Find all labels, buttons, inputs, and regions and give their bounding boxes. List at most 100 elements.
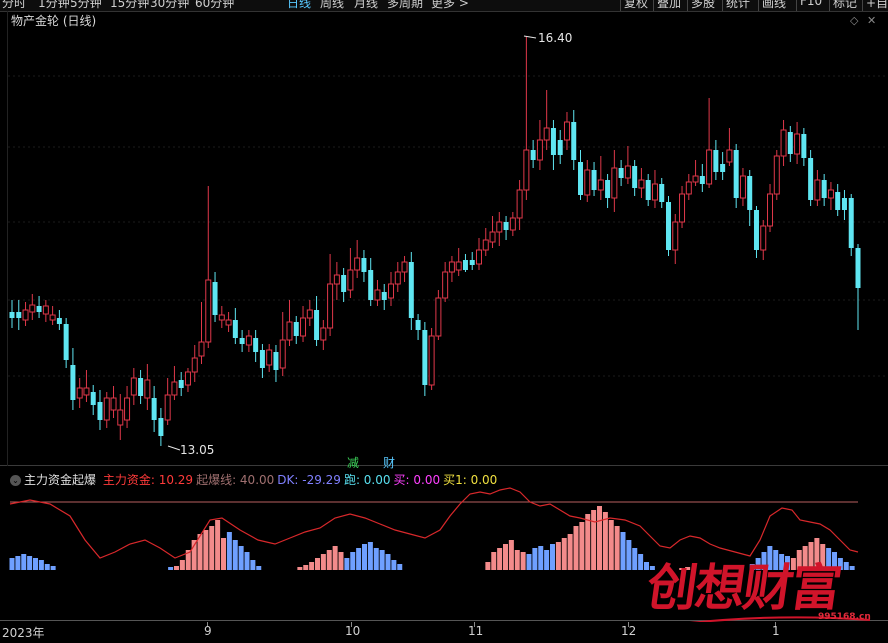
candle-body — [144, 379, 151, 399]
indicator-bar — [561, 538, 567, 570]
high-price-label: 16.40 — [538, 31, 573, 45]
indicator-bar — [179, 560, 185, 570]
candle-body — [198, 341, 205, 357]
candle-body — [83, 387, 90, 396]
candle-body — [273, 352, 279, 370]
candle-body — [651, 183, 658, 201]
indicator-field-5: 买1: 0.00 — [443, 473, 498, 487]
candle-body — [374, 289, 381, 301]
low-price-label: 13.05 — [180, 443, 215, 457]
candle-body — [733, 150, 739, 198]
indicator-bar — [544, 550, 550, 570]
indicator-bar — [391, 560, 397, 570]
candle-body — [49, 314, 56, 321]
candle-body — [422, 330, 428, 385]
signal-marker-cai: 财 — [383, 456, 396, 470]
candle-body — [259, 350, 265, 368]
candle-body — [571, 122, 577, 160]
indicator-bar — [221, 538, 226, 570]
candle-body — [855, 248, 861, 288]
candle-body — [320, 327, 327, 341]
indicator-bar — [21, 554, 27, 570]
indicator-bar — [226, 532, 232, 570]
indicator-bar — [256, 566, 262, 570]
candle-body — [448, 261, 455, 273]
watermark-text: 创想财富 — [643, 558, 844, 617]
indicator-bar — [385, 554, 391, 570]
candle-body — [536, 139, 543, 161]
indicator-bar — [232, 540, 238, 570]
candle-body — [787, 132, 793, 154]
indicator-bar — [209, 526, 215, 570]
candle-body — [266, 349, 273, 366]
candle-body — [503, 222, 509, 230]
candle-body — [124, 397, 131, 421]
candle-body — [516, 189, 523, 219]
indicator-bar — [320, 554, 326, 570]
candle-body — [835, 192, 841, 210]
x-label-dec: 12 — [621, 624, 637, 638]
candle-body — [814, 179, 821, 201]
candle-body — [442, 271, 449, 299]
candle-body — [103, 397, 110, 421]
candle-body — [184, 371, 191, 386]
candle-body — [138, 378, 144, 396]
signal-marker-jian: 减 — [347, 456, 360, 470]
indicator-bar — [27, 556, 33, 570]
candle-body — [469, 260, 475, 265]
indicator-field-4: 买: 0.00 — [393, 473, 441, 487]
indicator-bar — [215, 520, 221, 570]
candle-body — [821, 180, 827, 198]
candle-body — [462, 260, 468, 270]
collapse-icon[interactable]: ⌄ — [10, 475, 21, 486]
indicator-bar — [579, 522, 585, 570]
indicator-bar — [626, 540, 632, 570]
candle-body — [117, 409, 124, 426]
indicator-bar — [344, 558, 350, 570]
candle-body — [638, 179, 645, 189]
chart-canvas — [0, 11, 888, 622]
candle-body — [253, 338, 259, 352]
candle-body — [401, 261, 408, 273]
indicator-bar — [485, 562, 491, 570]
candle-body — [618, 168, 624, 178]
diamond-icon[interactable]: ◇ — [850, 14, 858, 27]
indicator-bar — [367, 542, 373, 570]
candle-body — [827, 189, 834, 199]
indicator-field-1: 起爆线: 40.00 — [196, 473, 275, 487]
indicator-bar — [591, 510, 597, 570]
candle-body — [692, 175, 699, 183]
close-icon[interactable]: ✕ — [867, 14, 876, 27]
candle-body — [300, 317, 307, 337]
candle-body — [354, 257, 361, 271]
indicator-name: 主力资金起爆 — [24, 473, 97, 487]
stock-title: 物产金轮 (日线) — [11, 14, 97, 28]
indicator-bar — [550, 544, 555, 570]
candle-body — [205, 279, 212, 343]
indicator-bar — [379, 550, 385, 570]
candle-body — [16, 312, 22, 318]
indicator-bar — [620, 532, 626, 570]
candle-body — [368, 270, 374, 300]
indicator-bar — [244, 552, 250, 570]
indicator-bar — [15, 556, 21, 570]
indicator-bar — [303, 565, 309, 570]
candle-body — [42, 305, 49, 315]
indicator-bar — [38, 560, 44, 570]
indicator-bar — [168, 567, 174, 570]
candle-body — [523, 149, 530, 191]
indicator-bar — [567, 534, 573, 570]
candle-body — [489, 231, 496, 243]
candle-body — [394, 271, 401, 285]
indicator-field-3: 跑: 0.00 — [343, 473, 391, 487]
candle-body — [178, 380, 184, 388]
indicator-bar — [356, 548, 362, 570]
indicator-bar — [362, 544, 367, 570]
indicator-bar — [315, 558, 320, 570]
x-label-nov: 11 — [468, 624, 484, 638]
candle-body — [212, 282, 218, 315]
indicator-header: ⌄ 主力资金起爆 主力资金: 10.29 起爆线: 40.00 DK: -29.29 跑… — [10, 471, 503, 488]
watermark: 创想财富 995168.cn — [643, 548, 870, 628]
candle-body — [90, 392, 96, 405]
candle-body — [306, 309, 313, 319]
